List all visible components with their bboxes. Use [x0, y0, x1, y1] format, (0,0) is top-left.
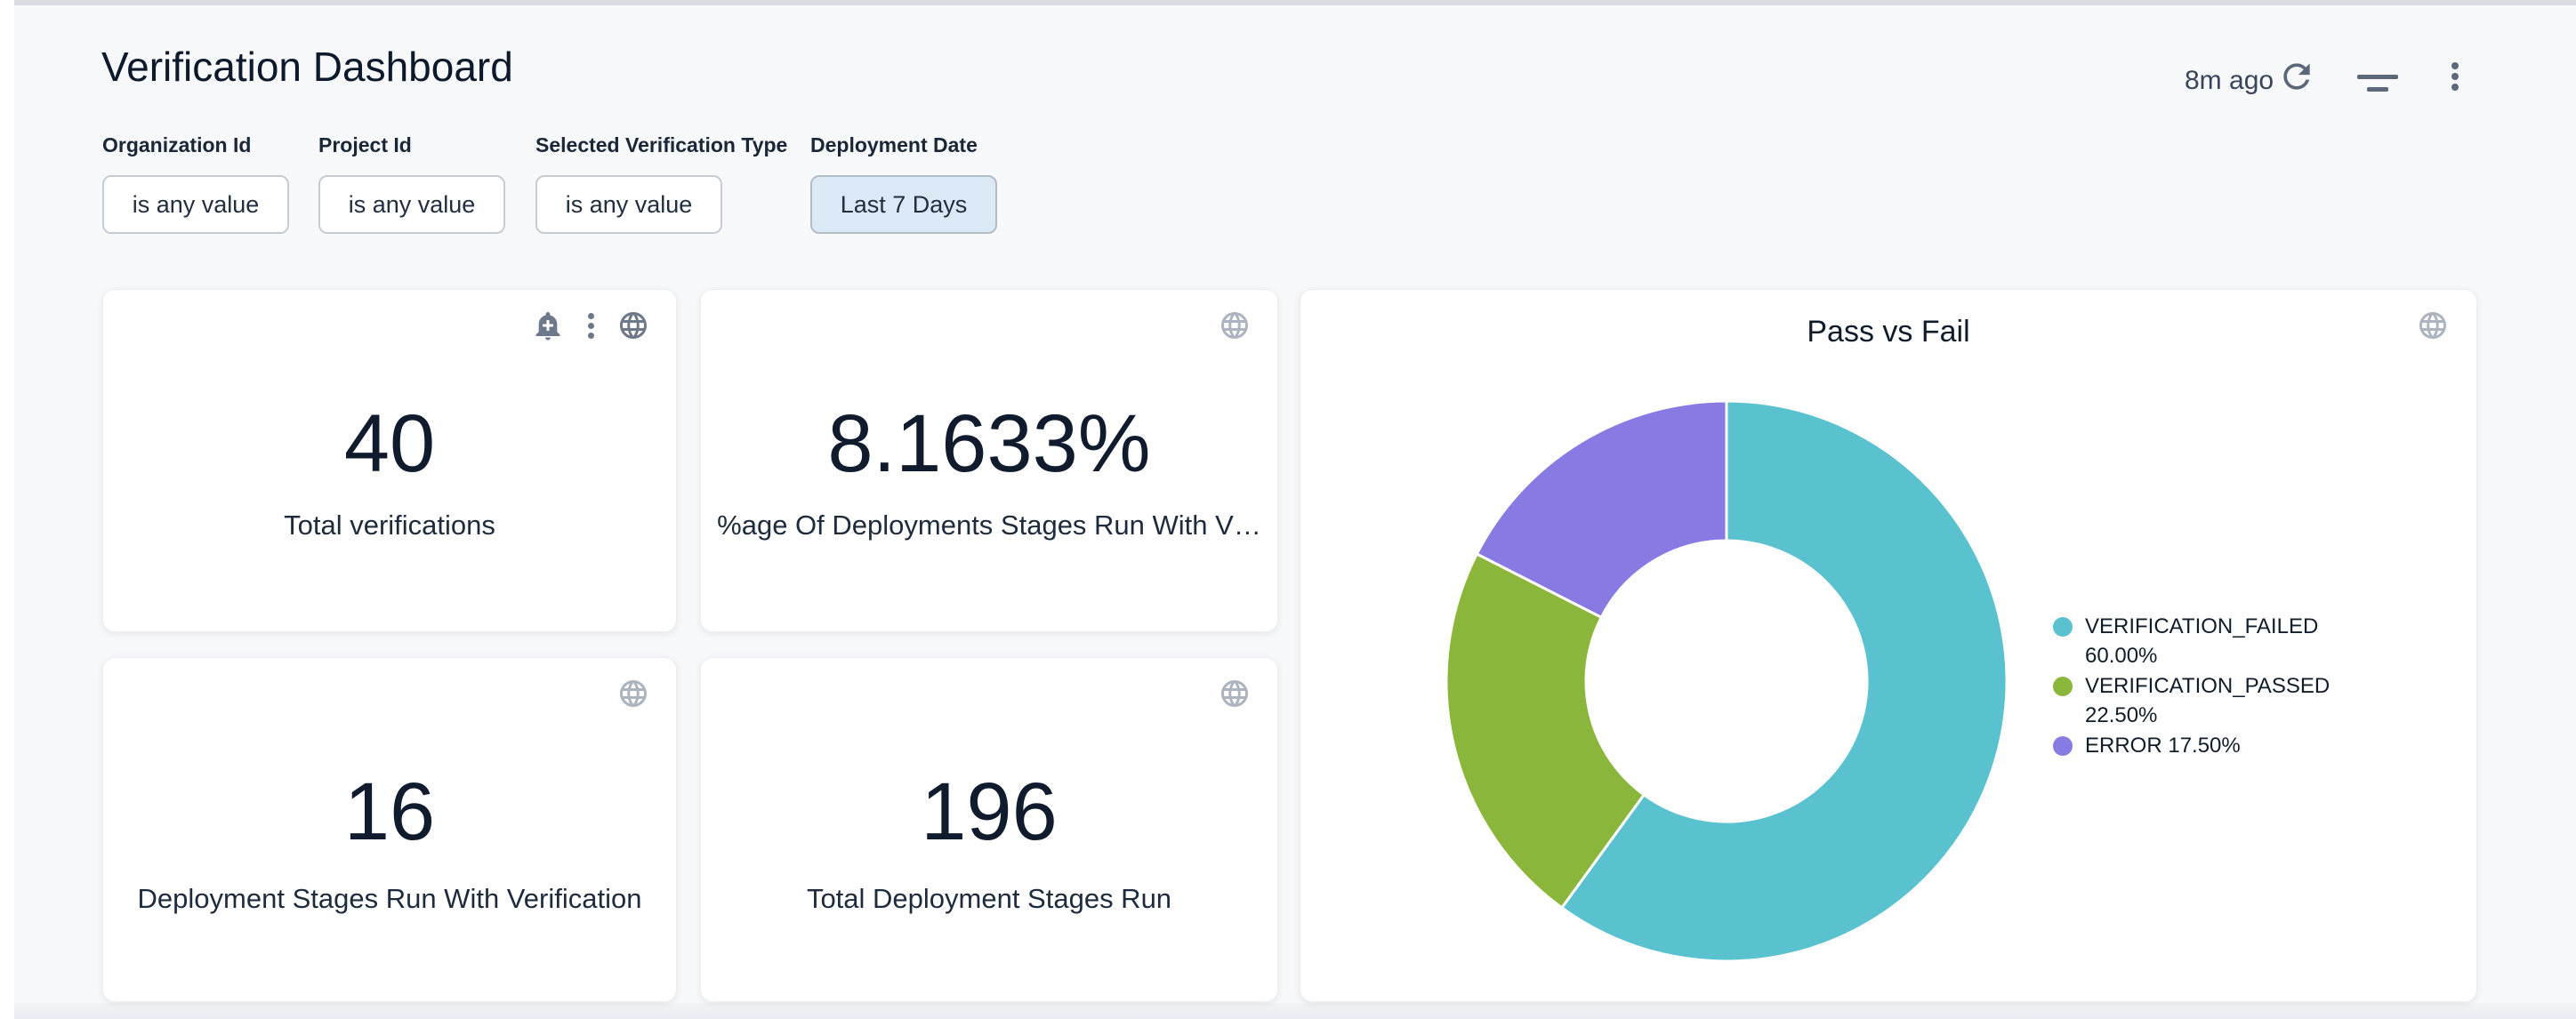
page-title: Verification Dashboard [101, 43, 513, 91]
tile-label: Deployment Stages Run With Verification [103, 883, 676, 915]
legend-dot [2053, 677, 2073, 696]
bottom-shade [14, 1003, 2576, 1019]
legend-value: 60.00% [2085, 644, 2157, 668]
globe-icon[interactable] [617, 309, 649, 341]
refresh-icon[interactable] [2277, 57, 2316, 96]
filter-icon[interactable] [2357, 64, 2396, 103]
filter-verification-type-button[interactable]: is any value [535, 175, 722, 234]
tile-more-vert-icon[interactable] [575, 309, 607, 341]
left-gutter [0, 0, 14, 1019]
tile-value: 40 [103, 403, 676, 485]
tile-stages-run-with-verification: 16 Deployment Stages Run With Verificati… [102, 657, 677, 1002]
legend-item-error[interactable]: ERROR 17.50% [2053, 731, 2435, 760]
legend-item-verification-passed[interactable]: VERIFICATION_PASSED 22.50% [2053, 671, 2435, 730]
legend-dot [2053, 736, 2073, 756]
top-border [14, 0, 2576, 5]
legend-label: ERROR [2085, 734, 2162, 758]
filter-label-project-id: Project Id [318, 133, 412, 157]
filter-label-deployment-date: Deployment Date [810, 133, 978, 157]
legend-label: VERIFICATION_PASSED [2085, 674, 2330, 698]
tile-value: 196 [701, 771, 1277, 853]
globe-icon[interactable] [617, 678, 649, 710]
globe-icon[interactable] [1219, 309, 1251, 341]
chart-title: Pass vs Fail [1300, 315, 2476, 349]
globe-icon[interactable] [2417, 309, 2449, 341]
tile-label: Total verifications [103, 509, 676, 542]
tile-label: Total Deployment Stages Run [701, 883, 1277, 915]
legend-value: 17.50% [2168, 734, 2240, 758]
tile-label: %age Of Deployments Stages Run With V… [701, 509, 1277, 542]
filter-label-organization-id: Organization Id [102, 133, 251, 157]
legend-dot [2053, 617, 2073, 637]
tile-total-verifications: 40 Total verifications [102, 289, 677, 632]
more-vert-icon[interactable] [2435, 57, 2475, 96]
filter-organization-id-button[interactable]: is any value [102, 175, 289, 234]
tile-value: 8.1633% [701, 403, 1277, 485]
tile-total-stages-run: 196 Total Deployment Stages Run [700, 657, 1278, 1002]
tile-pct-stages-with-verification: 8.1633% %age Of Deployments Stages Run W… [700, 289, 1278, 632]
donut-chart-svg[interactable] [1444, 398, 2009, 964]
filter-deployment-date-button[interactable]: Last 7 Days [810, 175, 997, 234]
alert-bell-icon[interactable] [532, 309, 564, 341]
chart-legend: VERIFICATION_FAILED 60.00% VERIFICATION_… [2053, 612, 2435, 761]
tile-value: 16 [103, 771, 676, 853]
pass-vs-fail-panel: Pass vs Fail VERIFICATION_FAILED 60.00% … [1300, 289, 2477, 1002]
legend-value: 22.50% [2085, 703, 2157, 727]
legend-item-verification-failed[interactable]: VERIFICATION_FAILED 60.00% [2053, 612, 2435, 670]
last-updated-text: 8m ago [2185, 66, 2274, 96]
filter-project-id-button[interactable]: is any value [318, 175, 505, 234]
globe-icon[interactable] [1219, 678, 1251, 710]
legend-label: VERIFICATION_FAILED [2085, 614, 2318, 638]
filter-label-verification-type: Selected Verification Type [535, 133, 787, 157]
